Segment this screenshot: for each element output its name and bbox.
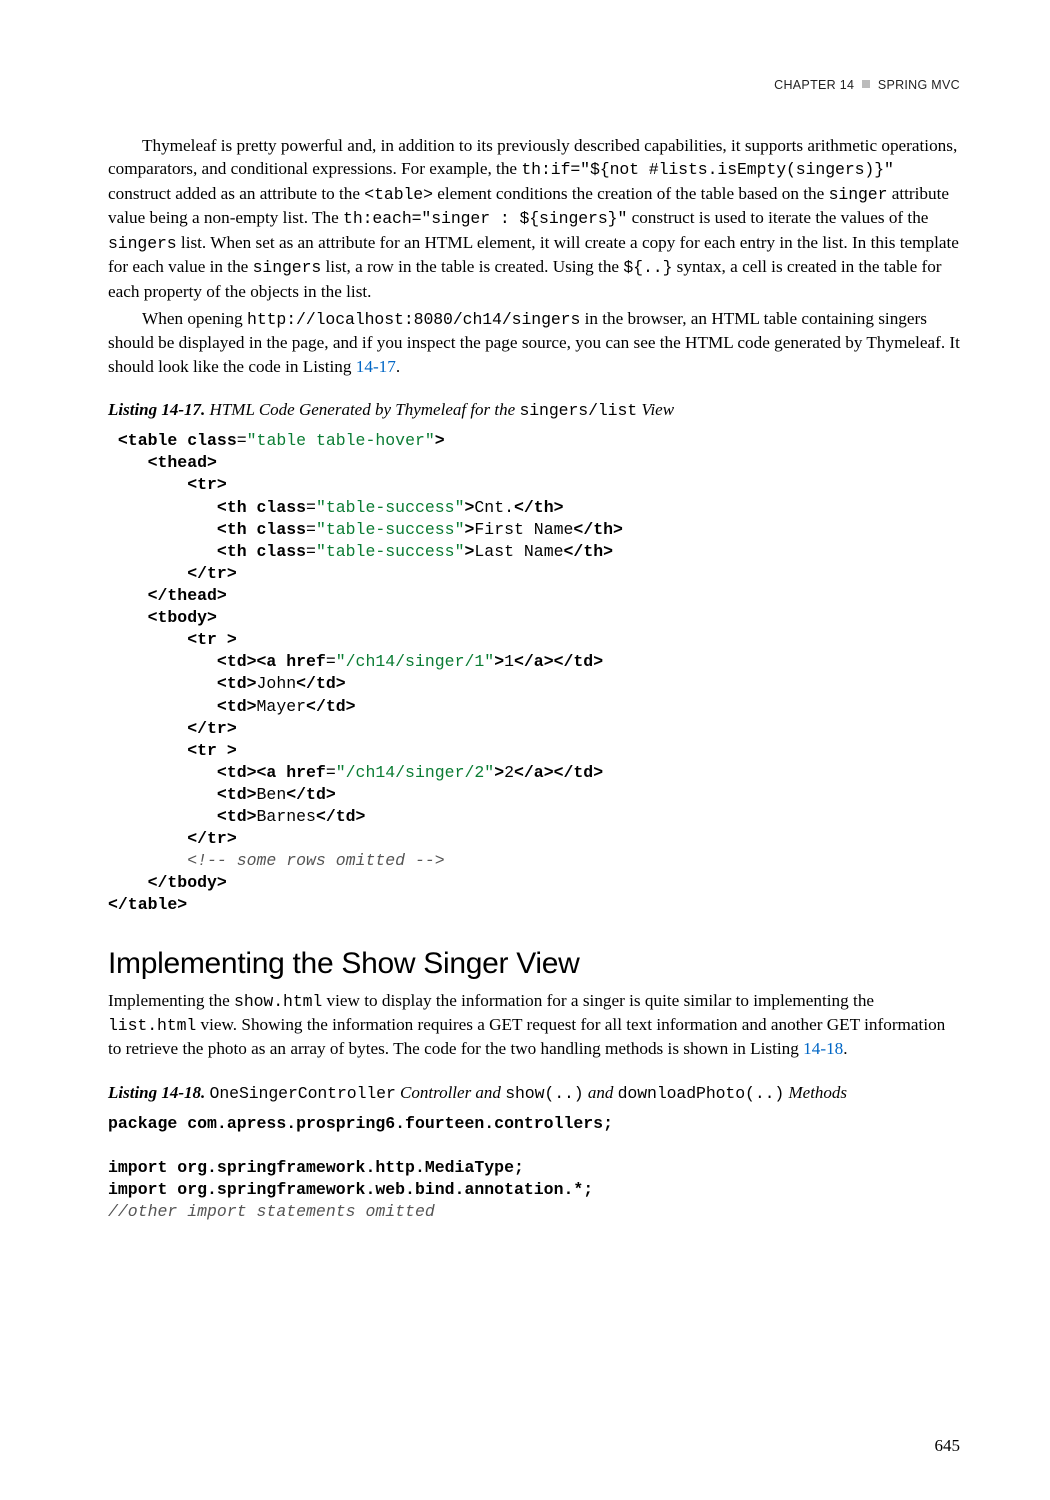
code-listing-14-18: package com.apress.prospring6.fourteen.c… <box>108 1113 960 1224</box>
listing-14-17-caption: Listing 14-17. HTML Code Generated by Th… <box>108 400 960 420</box>
text: view to display the information for a si… <box>322 991 874 1010</box>
inline-code: downloadPhoto(..) <box>618 1084 785 1103</box>
text: construct added as an attribute to the <box>108 184 364 203</box>
paragraph-2: When opening http://localhost:8080/ch14/… <box>108 307 960 378</box>
text: . <box>396 357 400 376</box>
paragraph-3: Implementing the show.html view to displ… <box>108 989 960 1061</box>
chapter-title: SPRING MVC <box>878 78 960 92</box>
inline-code: singers <box>108 234 177 253</box>
inline-code: OneSingerController <box>210 1084 396 1103</box>
code-listing-14-17: <table class="table table-hover"> <thead… <box>108 430 960 916</box>
listing-label: Listing 14-17. <box>108 400 205 419</box>
chapter-label: CHAPTER 14 <box>774 78 854 92</box>
text: Implementing the <box>108 991 234 1010</box>
listing-14-18-caption: Listing 14-18. OneSingerController Contr… <box>108 1083 960 1103</box>
inline-code: singer <box>829 185 888 204</box>
listing-link-14-18[interactable]: 14-18 <box>803 1039 843 1058</box>
inline-code: http://localhost:8080/ch14/singers <box>247 310 580 329</box>
inline-code: list.html <box>108 1016 196 1035</box>
inline-code: <table> <box>364 185 433 204</box>
inline-code: singers/list <box>519 401 637 420</box>
inline-code: th:each="singer : ${singers}" <box>343 209 627 228</box>
page: CHAPTER 14 SPRING MVC Thymeleaf is prett… <box>0 0 1050 1500</box>
page-number: 645 <box>935 1436 961 1456</box>
text: . <box>843 1039 847 1058</box>
text: list, a row in the table is created. Usi… <box>321 257 623 276</box>
inline-code: ${..} <box>623 258 672 277</box>
inline-code: singers <box>253 258 322 277</box>
listing-link-14-17[interactable]: 14-17 <box>356 357 396 376</box>
section-heading: Implementing the Show Singer View <box>108 947 960 981</box>
text: element conditions the creation of the t… <box>433 184 829 203</box>
paragraph-1: Thymeleaf is pretty powerful and, in add… <box>108 134 960 303</box>
text: View <box>637 400 674 419</box>
text: and <box>584 1083 618 1102</box>
text: When opening <box>142 309 247 328</box>
inline-code: show(..) <box>505 1084 583 1103</box>
listing-label: Listing 14-18. <box>108 1083 205 1102</box>
running-header: CHAPTER 14 SPRING MVC <box>108 78 960 92</box>
text: Controller and <box>396 1083 505 1102</box>
separator-icon <box>862 80 870 88</box>
inline-code: th:if="${not #lists.isEmpty(singers)}" <box>521 160 893 179</box>
text: construct is used to iterate the values … <box>627 208 928 227</box>
text: HTML Code Generated by Thymeleaf for the <box>205 400 519 419</box>
text: Methods <box>784 1083 847 1102</box>
inline-code: show.html <box>234 992 322 1011</box>
